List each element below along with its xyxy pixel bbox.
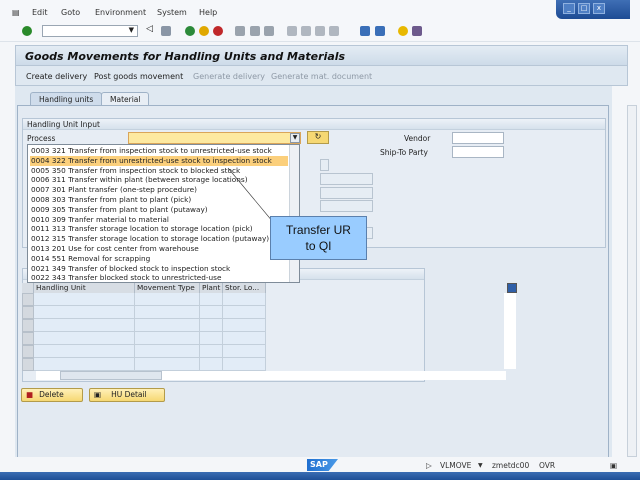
window-bottom-border xyxy=(0,472,640,480)
callout-annotation: Transfer UR to QI xyxy=(270,216,367,260)
lock-icon: ▣ xyxy=(610,461,618,470)
insert-mode: OVR xyxy=(539,461,556,470)
transaction-code: VLMOVE xyxy=(440,461,472,470)
server-name: zmetdc00 xyxy=(492,461,530,470)
status-expand-icon[interactable]: ▷ xyxy=(426,461,432,470)
tab-handling-units[interactable]: Handling units xyxy=(30,92,103,105)
system-dropdown-icon[interactable]: ▼ xyxy=(478,462,483,469)
